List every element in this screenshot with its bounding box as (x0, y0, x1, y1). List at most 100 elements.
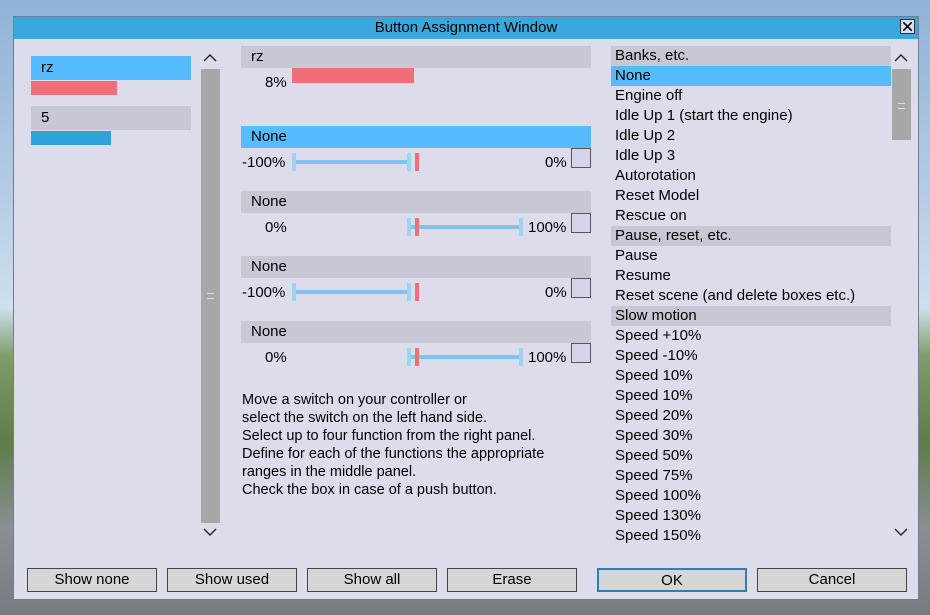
list-item[interactable]: Speed 50% (611, 446, 891, 466)
current-position-marker (415, 348, 419, 366)
list-item-label: Speed 75% (615, 467, 693, 484)
device-level-bar (31, 81, 117, 95)
list-item[interactable]: Speed 75% (611, 466, 891, 486)
device-item-rz[interactable]: rz (31, 56, 191, 80)
show-used-button[interactable]: Show used (167, 568, 297, 592)
chevron-up-icon (203, 54, 217, 62)
list-item[interactable]: Speed 10% (611, 386, 891, 406)
list-scrollbar-thumb[interactable] (892, 69, 911, 140)
range-handle-left[interactable] (407, 218, 411, 236)
range-max-label: 100% (528, 219, 567, 236)
list-item-label: Speed 100% (615, 487, 701, 504)
range-handle-left[interactable] (292, 153, 296, 171)
push-button-checkbox[interactable] (571, 343, 591, 363)
show-all-button[interactable]: Show all (307, 568, 437, 592)
function-name: None (251, 193, 287, 210)
range-handle-left[interactable] (407, 348, 411, 366)
list-item[interactable]: Reset scene (and delete boxes etc.) (611, 286, 891, 306)
cancel-button[interactable]: Cancel (757, 568, 907, 592)
list-item-label: Reset Model (615, 187, 700, 204)
list-scroll-up-button[interactable] (891, 50, 911, 66)
function-slot-3[interactable]: None (241, 256, 591, 278)
window-title: Button Assignment Window (374, 19, 558, 36)
list-item-none[interactable]: None (611, 66, 891, 86)
list-item-label: Pause (615, 247, 658, 264)
list-item-label: Engine off (615, 87, 683, 104)
range-handle-right[interactable] (519, 218, 523, 236)
ok-button[interactable]: OK (597, 568, 747, 592)
current-position-marker (415, 218, 419, 236)
list-item[interactable]: Resume (611, 266, 891, 286)
push-button-checkbox[interactable] (571, 148, 591, 168)
function-slot-1[interactable]: None (241, 126, 591, 148)
range-track[interactable] (292, 160, 410, 164)
list-item[interactable]: Idle Up 1 (start the engine) (611, 106, 891, 126)
device-scrollbar-thumb[interactable] (201, 69, 220, 523)
list-item-label: Speed 50% (615, 447, 693, 464)
range-track[interactable] (409, 225, 522, 229)
function-name: None (251, 323, 287, 340)
list-item-label: Speed 10% (615, 367, 693, 384)
help-line: Check the box in case of a push button. (242, 482, 497, 498)
list-item-label: Speed +10% (615, 327, 702, 344)
scroll-up-button[interactable] (200, 50, 220, 66)
list-item[interactable]: Speed 100% (611, 486, 891, 506)
range-handle-right[interactable] (407, 283, 411, 301)
list-scroll-down-button[interactable] (891, 524, 911, 540)
range-handle-right[interactable] (519, 348, 523, 366)
list-item-label: Resume (615, 267, 671, 284)
push-button-checkbox[interactable] (571, 278, 591, 298)
chevron-up-icon (894, 54, 908, 62)
range-handle-left[interactable] (292, 283, 296, 301)
list-item[interactable]: Engine off (611, 86, 891, 106)
list-item[interactable]: Idle Up 3 (611, 146, 891, 166)
list-item-label: Reset scene (and delete boxes etc.) (615, 287, 856, 304)
erase-button[interactable]: Erase (447, 568, 577, 592)
function-slot-2[interactable]: None (241, 191, 591, 213)
channel-name: rz (251, 48, 264, 65)
channel-name-bar: rz (241, 46, 591, 68)
close-button[interactable] (900, 19, 915, 34)
list-item[interactable]: Speed 20% (611, 406, 891, 426)
list-item[interactable]: Speed 130% (611, 506, 891, 526)
list-item[interactable]: Speed 10% (611, 366, 891, 386)
range-track[interactable] (292, 290, 410, 294)
range-max-label: 0% (545, 154, 567, 171)
list-item-label: Idle Up 3 (615, 147, 676, 164)
list-item[interactable]: Rescue on (611, 206, 891, 226)
list-item[interactable]: Reset Model (611, 186, 891, 206)
list-item[interactable]: Idle Up 2 (611, 126, 891, 146)
list-item-label: Speed 130% (615, 507, 701, 524)
scroll-down-button[interactable] (200, 524, 220, 540)
help-text: Move a switch on your controller or sele… (242, 391, 592, 499)
range-track[interactable] (409, 355, 522, 359)
button-assignment-window: Button Assignment Window rz 5 rz 8% None… (13, 16, 919, 600)
range-handle-right[interactable] (407, 153, 411, 171)
device-item-5[interactable]: 5 (31, 106, 191, 130)
device-level-bar (31, 131, 111, 145)
range-max-label: 0% (545, 284, 567, 301)
push-button-checkbox[interactable] (571, 213, 591, 233)
current-position-marker (415, 283, 419, 301)
list-header: Slow motion (611, 306, 891, 326)
list-item[interactable]: Speed -10% (611, 346, 891, 366)
range-min-label: -100% (242, 284, 286, 301)
list-item[interactable]: Speed +10% (611, 326, 891, 346)
range-min-label: -100% (242, 154, 286, 171)
list-header: Banks, etc. (611, 46, 891, 66)
list-item[interactable]: Autorotation (611, 166, 891, 186)
list-item-label: Speed 30% (615, 427, 693, 444)
list-item[interactable]: Pause (611, 246, 891, 266)
list-item-label: Speed 150% (615, 527, 701, 544)
current-position-marker (415, 153, 419, 171)
list-header-label: Slow motion (615, 307, 697, 324)
help-line: select the switch on the left hand side. (242, 410, 488, 426)
list-item[interactable]: Speed 30% (611, 426, 891, 446)
function-name: None (251, 258, 287, 275)
list-header-label: Banks, etc. (615, 47, 690, 64)
function-slot-4[interactable]: None (241, 321, 591, 343)
grip-icon (898, 103, 905, 109)
list-item[interactable]: Speed 150% (611, 526, 891, 546)
list-item-label: Idle Up 1 (start the engine) (615, 107, 793, 124)
show-none-button[interactable]: Show none (27, 568, 157, 592)
